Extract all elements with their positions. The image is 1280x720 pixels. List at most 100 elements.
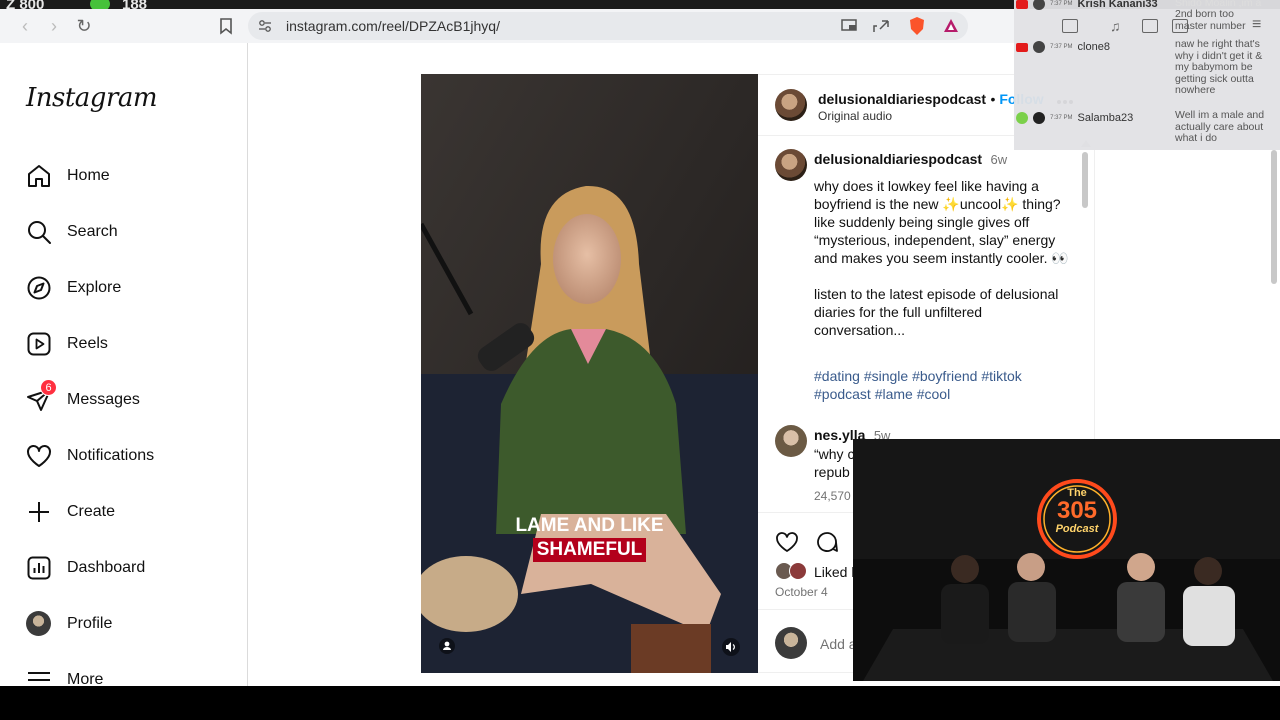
chat-message: master number <box>1175 20 1246 32</box>
youtube-icon <box>1016 42 1028 52</box>
chat-time: 7:37 PM <box>1050 1 1073 8</box>
panel-scrollbar[interactable] <box>1082 152 1088 208</box>
comment-text-line-2: repub <box>814 464 850 480</box>
chat-username: clone8 <box>1077 41 1110 54</box>
sidebar-item-label: Create <box>67 503 116 520</box>
screen-bottom-bar <box>0 686 1280 720</box>
tab-icon <box>1062 19 1078 33</box>
like-heart-icon[interactable] <box>775 530 799 554</box>
chat-avatar <box>1033 0 1046 11</box>
bookmark-icon[interactable] <box>217 17 235 35</box>
sidebar-item-messages[interactable]: 6 Messages <box>26 379 226 415</box>
site-settings-icon[interactable] <box>258 19 272 33</box>
screen: Z 800 188 ‹ › ↻ instagram.com/reel/DPZAc… <box>0 0 1280 720</box>
reel-video[interactable]: LAME AND LIKE SHAMEFUL <box>421 74 758 673</box>
plus-icon <box>29 502 49 522</box>
brave-shield-icon[interactable] <box>908 16 926 36</box>
chat-time: 7:37 PM <box>1050 44 1073 51</box>
podcast-logo-line-2: 305 <box>1056 497 1098 524</box>
youtube-icon <box>1016 0 1028 9</box>
messages-badge: 6 <box>40 379 57 396</box>
author-username[interactable]: delusionaldiariespodcast <box>818 91 986 107</box>
sidebar-item-explore[interactable]: Explore <box>26 273 226 303</box>
share-icon[interactable] <box>872 18 890 34</box>
chat-row: 7:37 PM clone8 <box>1016 41 1110 54</box>
chat-message: 2nd born too <box>1175 8 1234 20</box>
caption-text: why does it lowkey feel like having a bo… <box>814 177 1074 339</box>
chat-username: Krish Kanani33 <box>1077 0 1158 11</box>
viewer-avatar <box>775 627 807 659</box>
chat-message: naw he right that's why i didn't get it … <box>1175 38 1263 96</box>
post-date: October 4 <box>775 585 828 599</box>
sidebar: Instagram Home Search Explore Reels 6 Me… <box>0 43 248 688</box>
page-scrollbar[interactable] <box>1271 150 1277 284</box>
sidebar-item-search[interactable]: Search <box>26 217 226 247</box>
caption-hashtags[interactable]: #dating #single #boyfriend #tiktok #podc… <box>814 367 1074 403</box>
sidebar-item-label: Messages <box>67 391 140 408</box>
comment-icon[interactable] <box>815 530 839 554</box>
tagged-user-icon[interactable] <box>439 638 455 654</box>
caption-paragraph-1: why does it lowkey feel like having a bo… <box>814 178 1069 266</box>
search-icon <box>28 221 51 244</box>
sidebar-item-create[interactable]: Create <box>26 497 226 527</box>
author-avatar[interactable] <box>775 89 807 121</box>
chat-time: 7:37 PM <box>1050 115 1073 122</box>
podcast-logo: The 305 Podcast <box>1039 487 1115 535</box>
sidebar-item-home[interactable]: Home <box>26 161 226 191</box>
chat-avatar <box>1033 41 1046 54</box>
sidebar-toggle-icon <box>1142 19 1158 33</box>
reels-icon <box>27 332 51 356</box>
comment-text-line-1: “why c <box>814 446 855 462</box>
caption-header: delusionaldiariespodcast 6w <box>814 151 1007 169</box>
brave-rewards-icon[interactable] <box>942 17 960 35</box>
sidebar-item-label: Notifications <box>67 447 155 464</box>
explore-icon <box>27 276 51 300</box>
home-icon <box>28 165 50 187</box>
instagram-logo[interactable]: Instagram <box>26 83 158 113</box>
sidebar-item-notifications[interactable]: Notifications <box>26 441 226 471</box>
back-icon[interactable]: ‹ <box>15 16 35 36</box>
caption-time: 6w <box>990 152 1008 167</box>
dashboard-icon <box>27 556 51 580</box>
sidebar-item-label: Dashboard <box>67 559 146 576</box>
stream-chat-overlay: ♫ ≡ 7:37 PM Krish Kanani33 7:37 PM clone… <box>1014 0 1280 150</box>
comment-text: “why c repub <box>814 445 854 481</box>
chat-row: 7:37 PM Krish Kanani33 <box>1016 0 1158 11</box>
sidebar-item-label: Search <box>67 223 118 240</box>
sidebar-item-label: Home <box>67 167 110 184</box>
separator-dot: • <box>990 91 1000 107</box>
reload-icon[interactable]: ↻ <box>74 16 94 36</box>
address-bar[interactable]: instagram.com/reel/DPZAcB1jhyq/ <box>248 12 968 40</box>
sidebar-item-dashboard[interactable]: Dashboard <box>26 553 226 583</box>
subtitle-line-1: LAME AND LIKE <box>515 515 664 536</box>
liked-by-avatar <box>789 562 807 580</box>
heart-icon <box>27 445 51 467</box>
podcast-pip-video[interactable]: The 305 Podcast <box>853 439 1280 681</box>
post-header: delusionaldiariespodcast • Follow <box>818 91 1044 109</box>
caption-author[interactable]: delusionaldiariespodcast <box>814 151 982 167</box>
forward-icon[interactable]: › <box>44 16 64 36</box>
rumble-icon <box>1016 112 1028 125</box>
cast-icon[interactable] <box>840 18 858 34</box>
sidebar-item-profile[interactable]: Profile <box>26 609 226 639</box>
podcast-logo-line-3: Podcast <box>1055 523 1099 535</box>
sidebar-item-reels[interactable]: Reels <box>26 329 226 359</box>
chat-message: Well im a male and actually care about w… <box>1175 109 1265 144</box>
sidebar-item-label: Reels <box>67 335 108 352</box>
caption-author-avatar[interactable] <box>775 149 807 181</box>
volume-icon[interactable] <box>722 638 740 656</box>
subtitle-line-2: SHAMEFUL <box>532 538 647 562</box>
podcast-pip-frame <box>853 439 1280 681</box>
profile-avatar <box>26 611 51 636</box>
chat-username: Salamba23 <box>1077 112 1134 125</box>
caption-paragraph-2: listen to the latest episode of delusion… <box>814 286 1059 338</box>
add-comment-input[interactable]: Add a <box>820 636 857 652</box>
url-text: instagram.com/reel/DPZAcB1jhyq/ <box>286 18 500 34</box>
comment-avatar[interactable] <box>775 425 807 457</box>
sidebar-item-label: Explore <box>67 279 122 296</box>
comment-likes: 24,570 <box>814 489 851 503</box>
audio-label[interactable]: Original audio <box>818 109 892 123</box>
chat-avatar <box>1033 112 1046 125</box>
music-icon: ♫ <box>1110 18 1121 34</box>
reel-video-frame <box>421 74 758 673</box>
